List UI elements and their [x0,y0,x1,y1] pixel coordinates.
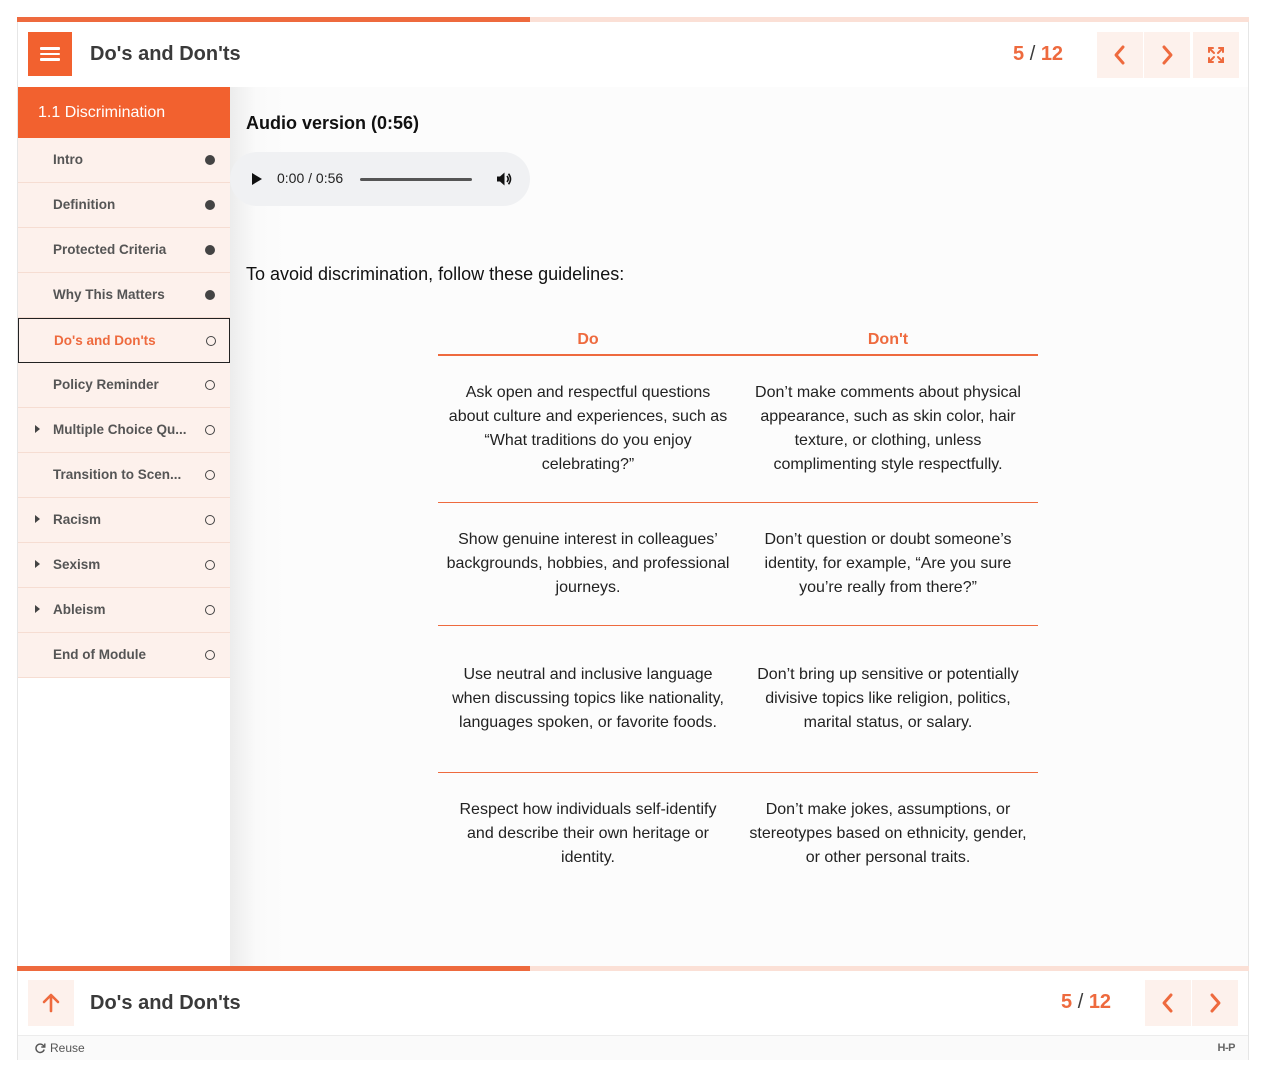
sidebar-item[interactable]: Definition [18,183,230,228]
expand-caret-icon[interactable] [35,605,40,613]
sidebar-item-label: Protected Criteria [53,242,167,257]
incomplete-status-icon [205,425,215,435]
column-header-dont: Don't [738,327,1038,356]
completed-status-icon [205,245,215,255]
table-cell: Don’t question or doubt someone’s identi… [738,502,1038,626]
sidebar-item-label: Transition to Scen... [53,467,182,482]
fullscreen-button[interactable] [1193,32,1239,78]
sidebar-item[interactable]: Protected Criteria [18,228,230,273]
footer-next-button[interactable] [1192,980,1238,1026]
reuse-button[interactable]: Reuse [34,1041,85,1055]
footer: Do's and Don'ts 5 / 12 [18,971,1248,1035]
sidebar-item-label: Why This Matters [53,287,165,302]
incomplete-status-icon [205,605,215,615]
h5p-action-bar: Reuse H-P [18,1035,1248,1060]
footer-page-total: 12 [1088,991,1112,1013]
chevron-left-icon [1114,45,1125,65]
navigation-sidebar: 1.1 Discrimination Intro Definition Protec… [18,87,230,966]
expand-caret-icon[interactable] [35,560,40,568]
incomplete-status-icon [205,560,215,570]
page-current: 5 [1013,43,1025,65]
chevron-left-icon [1162,993,1173,1013]
sidebar-item-label: Ableism [53,602,106,617]
audio-heading: Audio version (0:56) [246,113,420,133]
chapter-title[interactable]: 1.1 Discrimination [18,87,230,138]
sidebar-item-label: Policy Reminder [53,377,159,392]
completed-status-icon [205,200,215,210]
sidebar-item-label: Sexism [53,557,101,572]
sidebar-item[interactable]: Policy Reminder [18,363,230,408]
chevron-right-icon [1210,993,1221,1013]
table-cell: Don’t make comments about physical appea… [738,355,1038,503]
audio-seek-bar[interactable] [360,178,472,181]
table-cell: Use neutral and inclusive language when … [438,625,738,773]
table-cell: Don’t make jokes, assumptions, or stereo… [749,800,1027,866]
footer-page-counter: 5 / 12 [1061,991,1111,1014]
scroll-top-button[interactable] [28,980,74,1026]
table-cell: Don’t bring up sensitive or potentially … [738,625,1038,773]
page-separator: / [1029,43,1036,65]
next-page-button[interactable] [1144,32,1190,78]
audio-time: 0:00 / 0:56 [277,170,344,186]
completed-status-icon [205,290,215,300]
incomplete-status-icon [206,336,216,346]
guidelines-table: Do Don't Ask open and respectful questio… [438,327,1038,895]
table-row: Ask open and respectful questions about … [438,355,1038,503]
sidebar-item[interactable]: Do's and Don'ts [18,318,230,363]
expand-caret-icon[interactable] [35,425,40,433]
incomplete-status-icon [205,380,215,390]
table-cell: Respect how individuals self-identify an… [459,800,717,866]
sidebar-item[interactable]: Transition to Scen... [18,453,230,498]
sidebar-item[interactable]: Sexism [18,543,230,588]
volume-icon[interactable] [495,170,513,188]
h5p-logo[interactable]: H-P [1218,1042,1236,1054]
table-cell: Ask open and respectful questions about … [438,355,738,503]
previous-page-button[interactable] [1097,32,1143,78]
footer-page-title: Do's and Don'ts [90,992,241,1014]
table-header-row: Do Don't [438,327,1038,356]
table-row: Show genuine interest in colleagues’ bac… [438,502,1038,626]
footer-previous-button[interactable] [1145,980,1191,1026]
sidebar-item[interactable]: Why This Matters [18,273,230,318]
sidebar-item-label: Do's and Don'ts [54,333,156,348]
table-row: Use neutral and inclusive language when … [438,625,1038,773]
reuse-icon [35,1043,46,1054]
chevron-right-icon [1162,45,1173,65]
audio-player: 0:00 / 0:56 [230,152,530,206]
play-icon[interactable] [252,173,262,185]
page-total: 12 [1040,43,1064,65]
footer-page-separator: / [1077,991,1084,1013]
incomplete-status-icon [205,650,215,660]
arrow-up-icon [42,993,60,1013]
section-list: Intro Definition Protected Criteria Why Thi… [18,138,230,678]
main-content: Audio version (0:56) 0:00 / 0:56 To avoi… [230,87,1248,966]
expand-caret-icon[interactable] [35,515,40,523]
sidebar-item-label: Racism [53,512,102,527]
menu-toggle-button[interactable] [28,32,72,76]
table-cell: Show genuine interest in colleagues’ bac… [438,502,738,626]
incomplete-status-icon [205,515,215,525]
sidebar-item-label: Multiple Choice Qu... [53,422,187,437]
reuse-label: Reuse [50,1041,85,1055]
sidebar-item[interactable]: Ableism [18,588,230,633]
fullscreen-icon [1208,47,1224,63]
header: Do's and Don'ts 5 / 12 [18,22,1248,87]
sidebar-item[interactable]: Racism [18,498,230,543]
intro-text: To avoid discrimination, follow these gu… [246,264,625,284]
sidebar-item[interactable]: Multiple Choice Qu... [18,408,230,453]
sidebar-item[interactable]: End of Module [18,633,230,678]
incomplete-status-icon [205,470,215,480]
hamburger-icon [40,47,60,61]
footer-page-current: 5 [1061,991,1073,1013]
table-row: Respect how individuals self-identify an… [438,772,1038,895]
sidebar-item-label: Intro [53,152,83,167]
page-counter: 5 / 12 [1013,43,1063,66]
sidebar-item-label: End of Module [53,647,146,662]
column-header-do: Do [438,327,738,356]
sidebar-item[interactable]: Intro [18,138,230,183]
page-title: Do's and Don'ts [90,43,241,65]
sidebar-item-label: Definition [53,197,116,212]
completed-status-icon [205,155,215,165]
